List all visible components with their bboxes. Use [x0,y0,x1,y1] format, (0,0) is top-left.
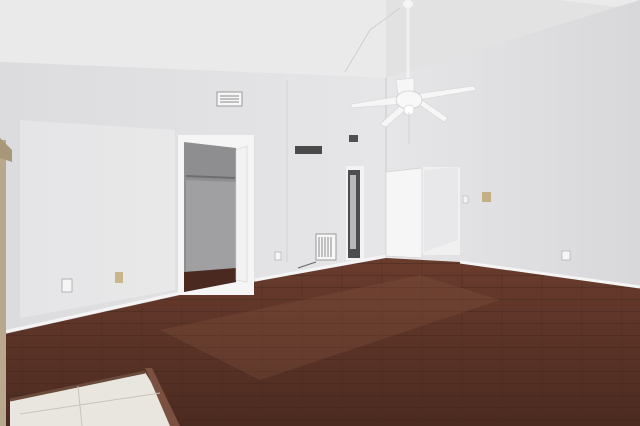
room-illustration [0,0,640,426]
return-vent [295,146,322,154]
closet-back [186,180,236,272]
outlet-tan [115,272,123,283]
outlet-right [561,250,571,261]
fireplace-edge [0,140,6,426]
empty-room-photo [0,0,640,426]
light-switch [462,195,469,204]
outlet-mid [274,251,282,261]
closet-door-panel [235,145,248,283]
right-doorway-wall [424,167,458,252]
small-vent [349,135,358,142]
outlet-left [61,278,73,293]
thermostat [482,192,491,202]
light-patch [20,120,175,318]
right-door-panel [385,167,423,259]
